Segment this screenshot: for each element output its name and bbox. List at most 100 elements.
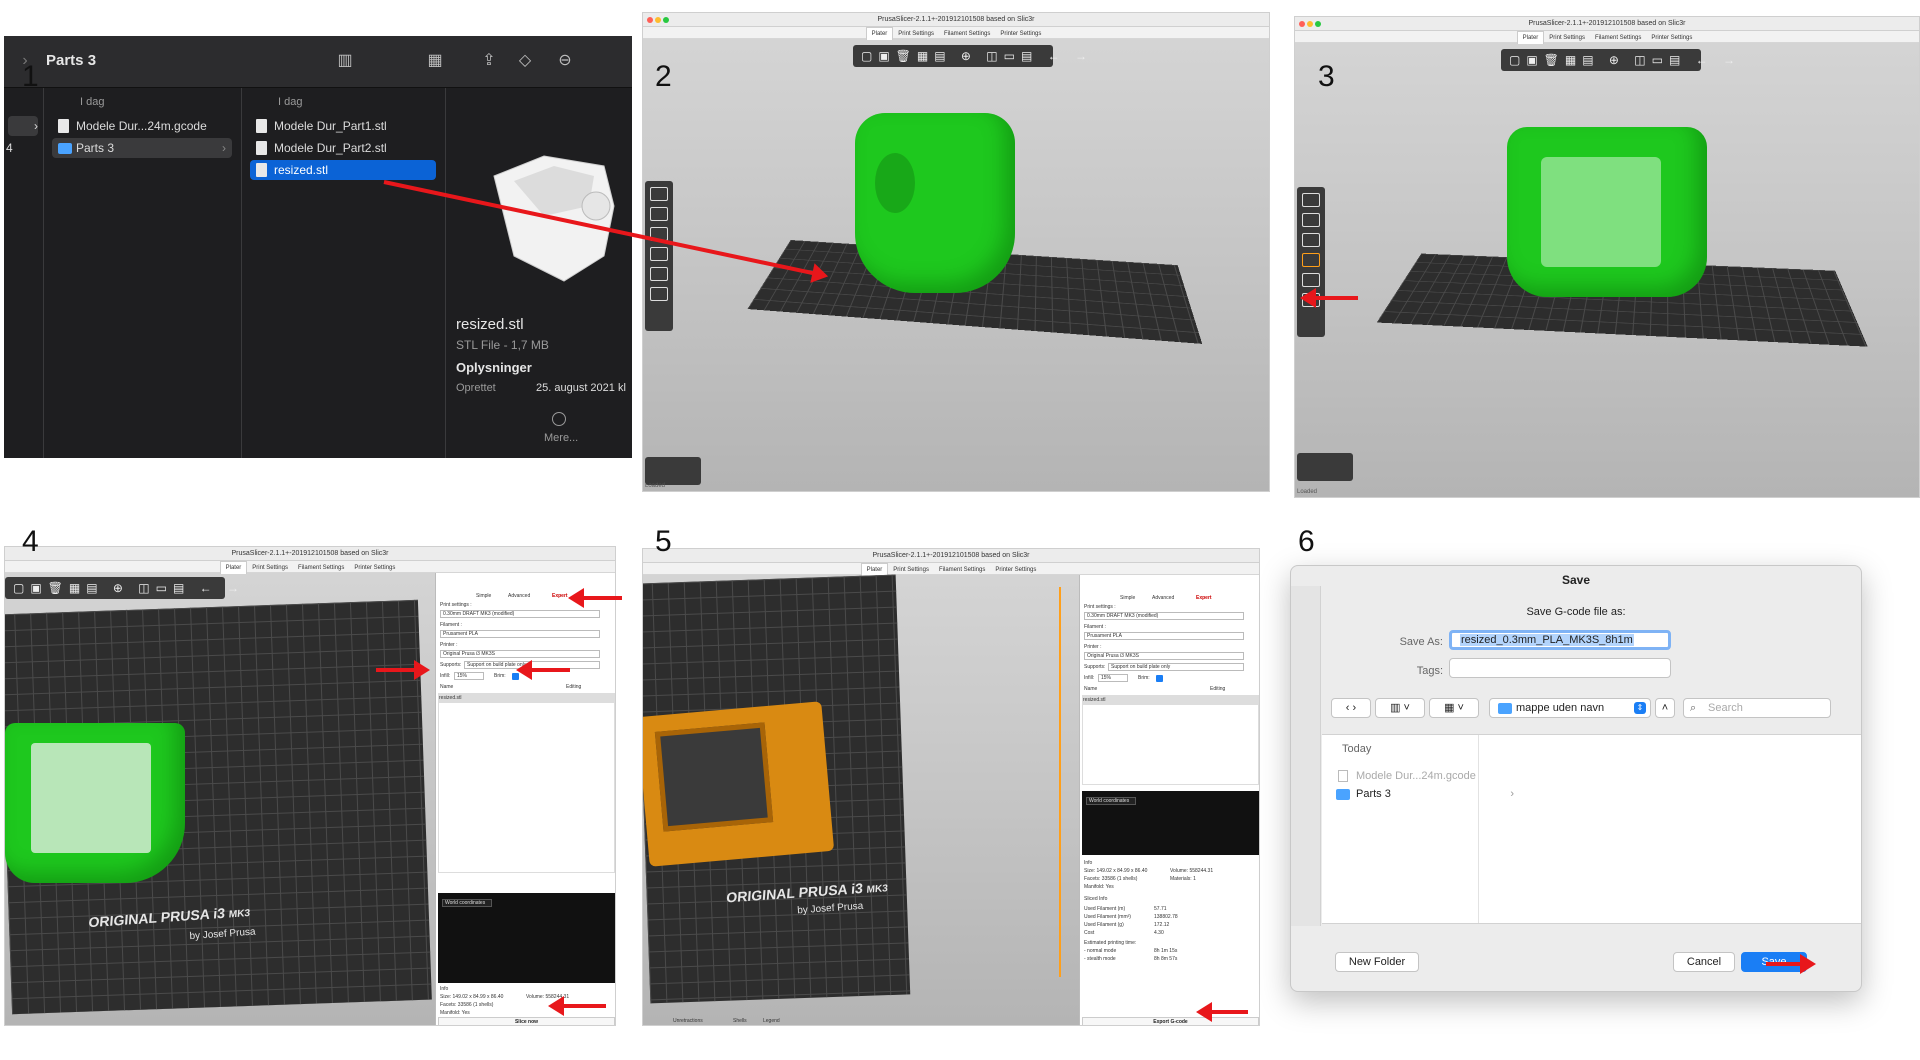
more-actions-icon[interactable]: ⊖ <box>554 50 576 72</box>
save-as-input[interactable]: resized_0.3mm_PLA_MK3S_8h1m <box>1449 630 1671 650</box>
print-settings-select[interactable]: 0.30mm DRAFT MK3 (modified) <box>440 610 600 618</box>
filament-select[interactable]: Prusament PLA <box>440 630 600 638</box>
object-row[interactable]: resized.stl <box>439 694 614 703</box>
gallery-view-icon[interactable]: ▦ <box>424 50 446 72</box>
tab-print-settings[interactable]: Print Settings <box>893 28 939 40</box>
file-row-gcode[interactable]: Modele Dur...24m.gcode <box>1334 767 1514 785</box>
layers-icon[interactable] <box>650 287 668 301</box>
list-item-parts3[interactable]: Parts 3 › <box>52 138 232 158</box>
object-row[interactable]: resized.stl <box>1083 696 1258 705</box>
mode-expert[interactable]: Expert <box>552 593 568 599</box>
volume-label: Volume: <box>1170 868 1189 874</box>
brim-checkbox[interactable] <box>1156 675 1163 682</box>
legend-checkbox[interactable]: Legend <box>763 1017 780 1025</box>
view-mode-buttons[interactable] <box>1297 453 1353 481</box>
slicer-window-step4: PrusaSlicer-2.1.1+-201912101508 based on… <box>4 546 616 1026</box>
tab-printer-settings[interactable]: Printer Settings <box>1646 32 1697 44</box>
coordinate-system-select[interactable]: World coordinates <box>442 899 492 907</box>
mode-advanced[interactable]: Advanced <box>1152 595 1174 601</box>
zoom-window-icon[interactable] <box>1315 21 1321 27</box>
tab-filament-settings[interactable]: Filament Settings <box>1590 32 1646 44</box>
share-icon[interactable]: ⇪ <box>478 50 500 72</box>
rotate-icon[interactable] <box>1302 233 1320 247</box>
slicer-tabs: Plater Print Settings Filament Settings Pri… <box>1295 31 1919 44</box>
mode-advanced[interactable]: Advanced <box>508 593 530 599</box>
model-green[interactable] <box>855 113 1015 293</box>
view-mode-button[interactable]: ▥ ˅ <box>1375 698 1425 718</box>
place-on-face-icon[interactable] <box>650 247 668 261</box>
tab-printer-settings[interactable]: Printer Settings <box>990 564 1041 576</box>
mode-simple[interactable]: Simple <box>476 593 491 599</box>
move-icon[interactable] <box>1302 193 1320 207</box>
tab-filament-settings[interactable]: Filament Settings <box>934 564 990 576</box>
tab-printer-settings[interactable]: Printer Settings <box>995 28 1046 40</box>
status-bar: Loaded <box>1297 489 1318 495</box>
mode-expert[interactable]: Expert <box>1196 595 1212 601</box>
tab-plater[interactable]: Plater <box>1516 31 1545 44</box>
coordinate-system-select[interactable]: World coordinates <box>1086 797 1136 805</box>
back-forward-buttons[interactable]: ‹ › <box>1331 698 1371 718</box>
place-on-face-icon[interactable] <box>1302 253 1320 267</box>
tab-plater[interactable]: Plater <box>865 27 894 40</box>
infill-select[interactable]: 15% <box>1098 674 1128 682</box>
list-item-gcode[interactable]: Modele Dur...24m.gcode <box>52 116 232 136</box>
printer-select[interactable]: Original Prusa i3 MK3S <box>440 650 600 658</box>
plater-toolbar[interactable]: ▢▣🗑▦▤ ⊕ ◫▭▤ ← → <box>1501 49 1735 71</box>
tab-print-settings[interactable]: Print Settings <box>247 562 293 574</box>
close-window-icon[interactable] <box>1299 21 1305 27</box>
cancel-button[interactable]: Cancel <box>1673 952 1735 972</box>
plater-toolbar[interactable]: ▢▣🗑▦▤ ⊕ ◫▭▤ ← → <box>853 45 1087 67</box>
manifold-value: Yes <box>461 1010 470 1016</box>
shells-checkbox[interactable]: Shells <box>733 1017 747 1025</box>
slicer-window-step3: PrusaSlicer-2.1.1+-201912101508 based on… <box>1294 16 1920 498</box>
infill-select[interactable]: 15% <box>454 672 484 680</box>
plater-toolbar[interactable]: ▢▣🗑▦▤ ⊕ ◫▭▤ ← → <box>5 577 239 599</box>
cost-row: Cost 4.30 <box>1084 929 1164 938</box>
tab-printer-settings[interactable]: Printer Settings <box>349 562 400 574</box>
export-gcode-button[interactable]: Export G-code <box>1082 1017 1259 1025</box>
more-button[interactable]: Mere... <box>544 432 578 444</box>
scale-icon[interactable] <box>650 207 668 221</box>
tags-input[interactable] <box>1449 658 1671 678</box>
minimize-window-icon[interactable] <box>1307 21 1313 27</box>
cut-icon[interactable] <box>650 267 668 281</box>
scale-icon[interactable] <box>1302 213 1320 227</box>
new-folder-button[interactable]: New Folder <box>1335 952 1419 972</box>
stl-file-icon <box>256 141 267 155</box>
tab-filament-settings[interactable]: Filament Settings <box>293 562 349 574</box>
cut-icon[interactable] <box>1302 273 1320 287</box>
tab-filament-settings[interactable]: Filament Settings <box>939 28 995 40</box>
list-item-resized[interactable]: resized.stl <box>250 160 436 180</box>
minimize-window-icon[interactable] <box>655 17 661 23</box>
search-input[interactable]: ⌕ Search <box>1683 698 1831 718</box>
close-window-icon[interactable] <box>647 17 653 23</box>
unretractions-checkbox[interactable]: Unretractions <box>673 1017 703 1025</box>
more-icon[interactable] <box>552 412 566 426</box>
layer-slider[interactable] <box>1053 577 1067 997</box>
volume-value: 558244.31 <box>1189 868 1214 874</box>
column-0-selected[interactable]: › <box>8 116 38 136</box>
object-manipulation-panel: World coordinates <box>1082 791 1259 855</box>
list-item-part1[interactable]: Modele Dur_Part1.stl <box>250 116 436 136</box>
tab-plater[interactable]: Plater <box>219 561 248 574</box>
filament-label: Filament : <box>440 622 462 628</box>
column-view-icon[interactable]: ▥ <box>334 50 356 72</box>
tag-icon[interactable]: ◇ <box>514 50 536 72</box>
mode-simple[interactable]: Simple <box>1120 595 1135 601</box>
location-select[interactable]: mappe uden navn ⇕ <box>1489 698 1651 718</box>
list-item-part2[interactable]: Modele Dur_Part2.stl <box>250 138 436 158</box>
print-settings-select[interactable]: 0.30mm DRAFT MK3 (modified) <box>1084 612 1244 620</box>
object-manipulation-panel: World coordinates <box>438 893 615 983</box>
slice-now-button[interactable]: Slice now <box>438 1017 615 1025</box>
move-icon[interactable] <box>650 187 668 201</box>
info-manifold-row: Manifold: Yes <box>1084 883 1114 892</box>
expand-button[interactable]: ˄ <box>1655 698 1675 718</box>
group-button[interactable]: ▦ ˅ <box>1429 698 1479 718</box>
zoom-window-icon[interactable] <box>663 17 669 23</box>
view-mode-buttons[interactable] <box>645 457 701 485</box>
printer-select[interactable]: Original Prusa i3 MK3S <box>1084 652 1244 660</box>
supports-select[interactable]: Support on build plate only <box>1108 663 1244 671</box>
file-row-parts3[interactable]: Parts 3 › <box>1334 785 1514 803</box>
tab-print-settings[interactable]: Print Settings <box>1544 32 1590 44</box>
filament-select[interactable]: Prusament PLA <box>1084 632 1244 640</box>
